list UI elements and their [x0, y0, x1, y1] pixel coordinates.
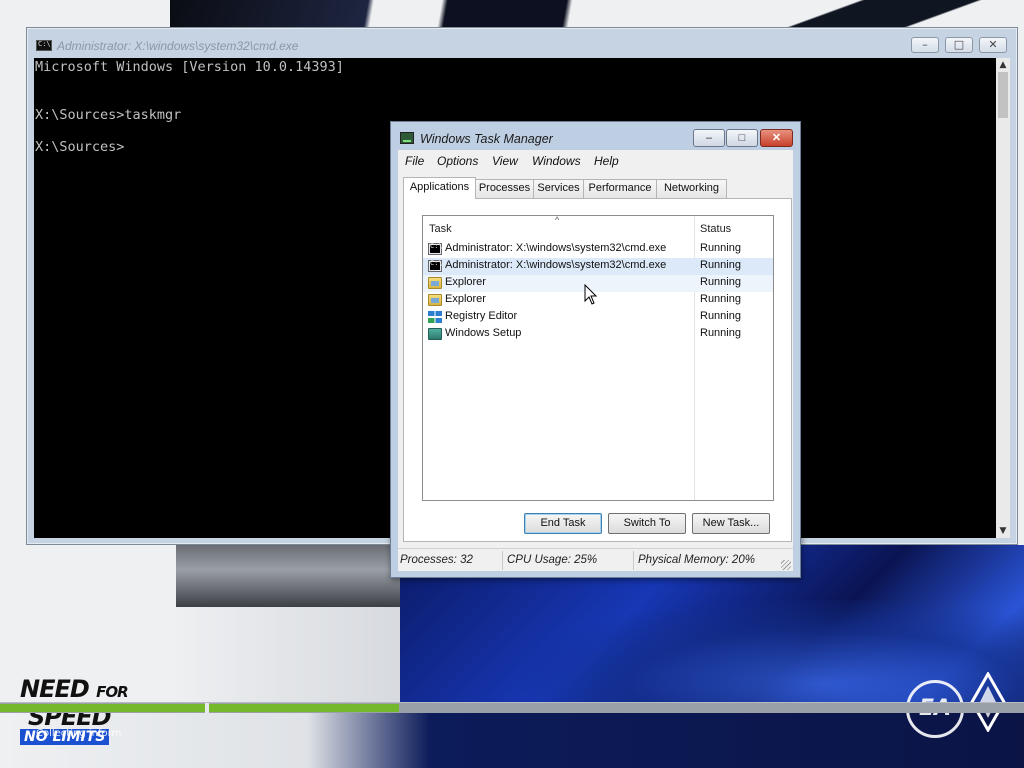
maximize-icon: □ [738, 132, 746, 144]
menu-options[interactable]: Options [437, 154, 478, 168]
cmd-window-title: Administrator: X:\windows\system32\cmd.e… [57, 39, 299, 53]
column-header-task[interactable]: Task [429, 223, 452, 235]
table-row[interactable]: Administrator: X:\windows\system32\cmd.e… [423, 241, 773, 258]
status-separator [502, 551, 503, 570]
minimize-icon: – [922, 38, 928, 51]
progress-divider [205, 703, 209, 713]
sort-ascending-icon: ^ [555, 215, 560, 225]
task-name: Registry Editor [445, 310, 518, 322]
task-list[interactable]: ^ Task Status Administrator: X:\windows\… [422, 215, 774, 501]
task-manager-title: Windows Task Manager [420, 132, 553, 146]
task-name: Windows Setup [445, 327, 522, 339]
task-status: Running [700, 276, 741, 288]
status-separator [633, 551, 634, 570]
background-road-art [176, 545, 406, 607]
task-status: Running [700, 242, 741, 254]
table-row[interactable]: Explorer Running [423, 292, 773, 309]
registry-icon [428, 311, 442, 323]
minimize-button[interactable]: – [911, 37, 939, 53]
setup-status-text: Collecting inform [36, 728, 122, 739]
cmd-icon [428, 242, 443, 255]
task-rows: Administrator: X:\windows\system32\cmd.e… [423, 241, 773, 343]
mouse-cursor-icon [584, 284, 598, 305]
maximize-icon: □ [953, 38, 965, 51]
folder-icon [428, 277, 442, 289]
scroll-down-icon[interactable]: ▼ [996, 524, 1010, 538]
close-icon: ✕ [771, 132, 782, 144]
tab-applications[interactable]: Applications [403, 177, 476, 199]
task-name: Administrator: X:\windows\system32\cmd.e… [445, 242, 667, 254]
task-name: Administrator: X:\windows\system32\cmd.e… [445, 259, 667, 271]
tab-performance[interactable]: Performance [583, 179, 657, 198]
close-button[interactable]: ✕ [760, 129, 793, 147]
task-status: Running [700, 293, 741, 305]
task-manager-window[interactable]: Windows Task Manager – □ ✕ File Options … [390, 121, 801, 578]
task-name: Explorer [445, 276, 486, 288]
close-icon: ✕ [988, 38, 998, 51]
column-header-status[interactable]: Status [700, 223, 731, 235]
tab-networking[interactable]: Networking [656, 179, 727, 198]
setup-progress-bar [0, 702, 1024, 713]
setup-icon [428, 328, 442, 340]
task-status: Running [700, 310, 741, 322]
resize-grip-icon[interactable] [781, 560, 791, 570]
maximize-button[interactable]: □ [945, 37, 973, 53]
close-button[interactable]: ✕ [979, 37, 1007, 53]
applications-panel: ^ Task Status Administrator: X:\windows\… [403, 198, 792, 542]
table-row[interactable]: Explorer Running [423, 275, 773, 292]
console-line: Microsoft Windows [Version 10.0.14393] [35, 59, 344, 75]
tab-services[interactable]: Services [533, 179, 584, 198]
game-logo-line1-small: FOR [96, 683, 129, 701]
end-task-button[interactable]: End Task [524, 513, 602, 534]
task-list-header: ^ Task Status [423, 215, 773, 240]
menu-view[interactable]: View [492, 154, 518, 168]
task-name: Explorer [445, 293, 486, 305]
task-manager-title-bar[interactable]: Windows Task Manager – □ ✕ [391, 122, 800, 150]
maximize-button[interactable]: □ [726, 129, 758, 147]
progress-fill [0, 704, 400, 712]
cmd-icon [36, 40, 52, 51]
minimize-icon: – [705, 132, 713, 144]
tab-strip: Applications Processes Services Performa… [398, 177, 793, 199]
game-logo-line1: NEED [20, 675, 90, 703]
scroll-up-icon[interactable]: ▲ [996, 58, 1010, 72]
cmd-scrollbar[interactable]: ▲ ▼ [996, 58, 1010, 538]
task-manager-icon [400, 132, 414, 144]
status-bar: Processes: 32 CPU Usage: 25% Physical Me… [398, 548, 793, 572]
console-prompt: X:\Sources> [35, 139, 125, 155]
task-manager-client: File Options View Windows Help Applicati… [398, 150, 793, 571]
console-line: X:\Sources>taskmgr [35, 107, 182, 123]
table-row[interactable]: Windows Setup Running [423, 326, 773, 343]
table-row-selected[interactable]: Administrator: X:\windows\system32\cmd.e… [423, 258, 773, 275]
minimize-button[interactable]: – [693, 129, 725, 147]
task-status: Running [700, 259, 741, 271]
menu-help[interactable]: Help [594, 154, 619, 168]
menu-file[interactable]: File [405, 154, 424, 168]
new-task-button[interactable]: New Task... [692, 513, 770, 534]
menu-windows[interactable]: Windows [532, 154, 581, 168]
table-row[interactable]: Registry Editor Running [423, 309, 773, 326]
switch-to-button[interactable]: Switch To [608, 513, 686, 534]
scroll-thumb[interactable] [998, 72, 1008, 118]
cmd-icon [428, 259, 443, 272]
folder-icon [428, 294, 442, 306]
task-status: Running [700, 327, 741, 339]
menu-bar: File Options View Windows Help [398, 150, 793, 172]
status-cpu: CPU Usage: 25% [507, 554, 598, 566]
status-processes: Processes: 32 [400, 554, 473, 566]
status-memory: Physical Memory: 20% [638, 554, 755, 566]
tab-processes[interactable]: Processes [475, 179, 534, 198]
cmd-title-bar[interactable]: Administrator: X:\windows\system32\cmd.e… [27, 28, 1017, 58]
